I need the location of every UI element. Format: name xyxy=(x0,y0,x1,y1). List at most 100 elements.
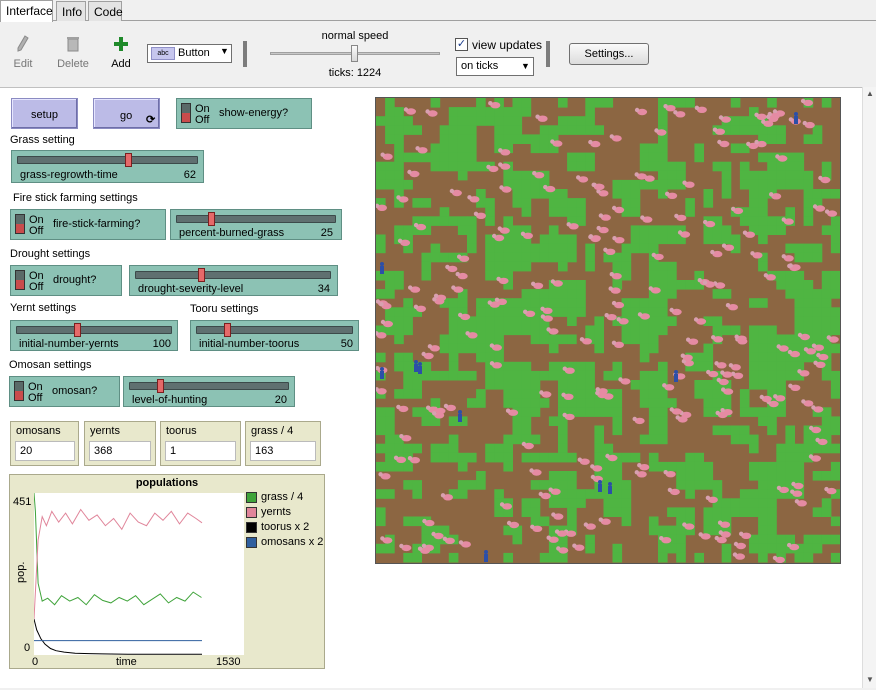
vertical-scrollbar[interactable]: ▲ ▼ xyxy=(862,87,876,688)
omosan-switch[interactable]: On Off omosan? xyxy=(9,376,120,407)
yernt-agent xyxy=(802,120,815,129)
slider-thumb[interactable] xyxy=(208,212,215,226)
initial-number-yernts-slider[interactable]: initial-number-yernts 100 xyxy=(10,320,178,351)
tab-interface[interactable]: Interface xyxy=(0,0,53,22)
grass-patch xyxy=(712,480,723,490)
slider-track[interactable] xyxy=(135,271,331,279)
yernt-agent xyxy=(640,215,653,223)
grass-patch xyxy=(658,261,668,272)
view-updates-checkbox[interactable]: ✓ xyxy=(455,38,468,51)
slider-thumb[interactable] xyxy=(224,323,231,337)
grass-patch xyxy=(585,398,595,408)
slider-track[interactable] xyxy=(16,326,172,334)
delete-button[interactable]: Delete xyxy=(54,35,92,70)
add-button[interactable]: Add xyxy=(106,35,136,70)
slider-track[interactable] xyxy=(196,326,353,334)
slider-thumb[interactable] xyxy=(125,153,132,167)
grass-patch xyxy=(439,452,450,463)
grass-patch xyxy=(803,443,814,454)
grass-patch xyxy=(439,370,450,381)
grass-patch xyxy=(658,143,668,154)
grass-patch xyxy=(512,316,523,326)
drought-severity-level-slider[interactable]: drought-severity-level 34 xyxy=(129,265,338,296)
slider-track[interactable] xyxy=(176,215,336,223)
edit-button[interactable]: Edit xyxy=(8,35,38,70)
grass-patch xyxy=(548,243,559,254)
initial-number-toorus-slider[interactable]: initial-number-toorus 50 xyxy=(190,320,359,351)
widget-type-dropdown[interactable]: abc Button ▼ xyxy=(147,44,232,63)
grass-patch xyxy=(767,152,777,163)
grass-patch xyxy=(567,307,577,317)
plot-xmin-label: 0 xyxy=(32,656,39,668)
grass-patch xyxy=(621,270,632,281)
slider-track[interactable] xyxy=(129,382,289,390)
drought-switch[interactable]: On Off drought? xyxy=(10,265,122,296)
world-view[interactable] xyxy=(374,97,841,564)
yernt-agent xyxy=(583,522,596,530)
speed-slider-thumb[interactable] xyxy=(351,45,358,62)
scroll-down-icon[interactable]: ▼ xyxy=(866,675,874,684)
grass-patch xyxy=(621,507,632,517)
grass-patch xyxy=(776,471,786,481)
grass-patch xyxy=(403,152,413,163)
grass-patch xyxy=(585,325,595,336)
grass-patch xyxy=(648,525,659,536)
grass-patch xyxy=(767,225,777,235)
grass-patch xyxy=(567,243,577,254)
slider-thumb[interactable] xyxy=(157,379,164,393)
show-energy-switch[interactable]: On Off show-energy? xyxy=(176,98,312,129)
grass-patch xyxy=(639,298,650,308)
slider-track[interactable] xyxy=(17,156,198,164)
grass-patch xyxy=(767,370,777,381)
fire-stick-farming-switch[interactable]: On Off fire-stick-farming? xyxy=(10,209,166,240)
grass-patch xyxy=(767,343,777,354)
grass-patch xyxy=(430,243,441,254)
grass-patch xyxy=(421,370,432,381)
switch-knob[interactable] xyxy=(14,381,24,401)
grass-patch xyxy=(749,198,759,208)
tab-code[interactable]: Code xyxy=(88,1,123,21)
go-button[interactable]: go ⟳ xyxy=(93,98,160,129)
grass-patch xyxy=(585,370,595,381)
percent-burned-grass-slider[interactable]: percent-burned-grass 25 xyxy=(170,209,342,240)
yernt-agent xyxy=(403,107,416,115)
grass-patch xyxy=(712,161,723,172)
grass-patch xyxy=(758,552,768,563)
update-mode-dropdown[interactable]: on ticks ▼ xyxy=(456,57,534,76)
omosan-agent xyxy=(598,480,602,492)
setup-button[interactable]: setup xyxy=(11,98,78,129)
grass-patch xyxy=(703,234,714,245)
grass-patch xyxy=(567,252,577,263)
switch-knob[interactable] xyxy=(15,214,25,234)
grass-patch xyxy=(703,389,714,399)
grass-patch xyxy=(467,398,477,408)
grass-patch xyxy=(412,389,422,399)
grass-patch xyxy=(394,307,404,317)
level-of-hunting-slider[interactable]: level-of-hunting 20 xyxy=(123,376,295,407)
grass-patch xyxy=(412,152,422,163)
yernt-agent xyxy=(731,371,744,379)
slider-thumb[interactable] xyxy=(74,323,81,337)
grass-regrowth-time-slider[interactable]: grass-regrowth-time 62 xyxy=(11,150,204,183)
monitor-value: 20 xyxy=(15,441,75,461)
plot-area xyxy=(34,493,244,655)
grass-patch xyxy=(694,389,704,399)
grass-patch xyxy=(794,280,805,290)
switch-knob[interactable] xyxy=(15,270,25,290)
scroll-up-icon[interactable]: ▲ xyxy=(866,89,874,98)
grass-patch xyxy=(730,498,741,508)
grass-patch xyxy=(530,434,541,445)
grass-patch xyxy=(585,380,595,390)
settings-button[interactable]: Settings... xyxy=(569,43,649,65)
slider-thumb[interactable] xyxy=(198,268,205,282)
switch-knob[interactable] xyxy=(181,103,191,123)
grass-patch xyxy=(803,543,814,554)
grass-patch xyxy=(548,343,559,354)
grass-patch xyxy=(830,234,841,245)
grass-patch xyxy=(676,280,686,290)
grass-patch xyxy=(476,343,486,354)
grass-patch xyxy=(758,370,768,381)
tab-info[interactable]: Info xyxy=(56,1,86,21)
grass-patch xyxy=(539,289,550,299)
grass-patch xyxy=(721,289,732,299)
